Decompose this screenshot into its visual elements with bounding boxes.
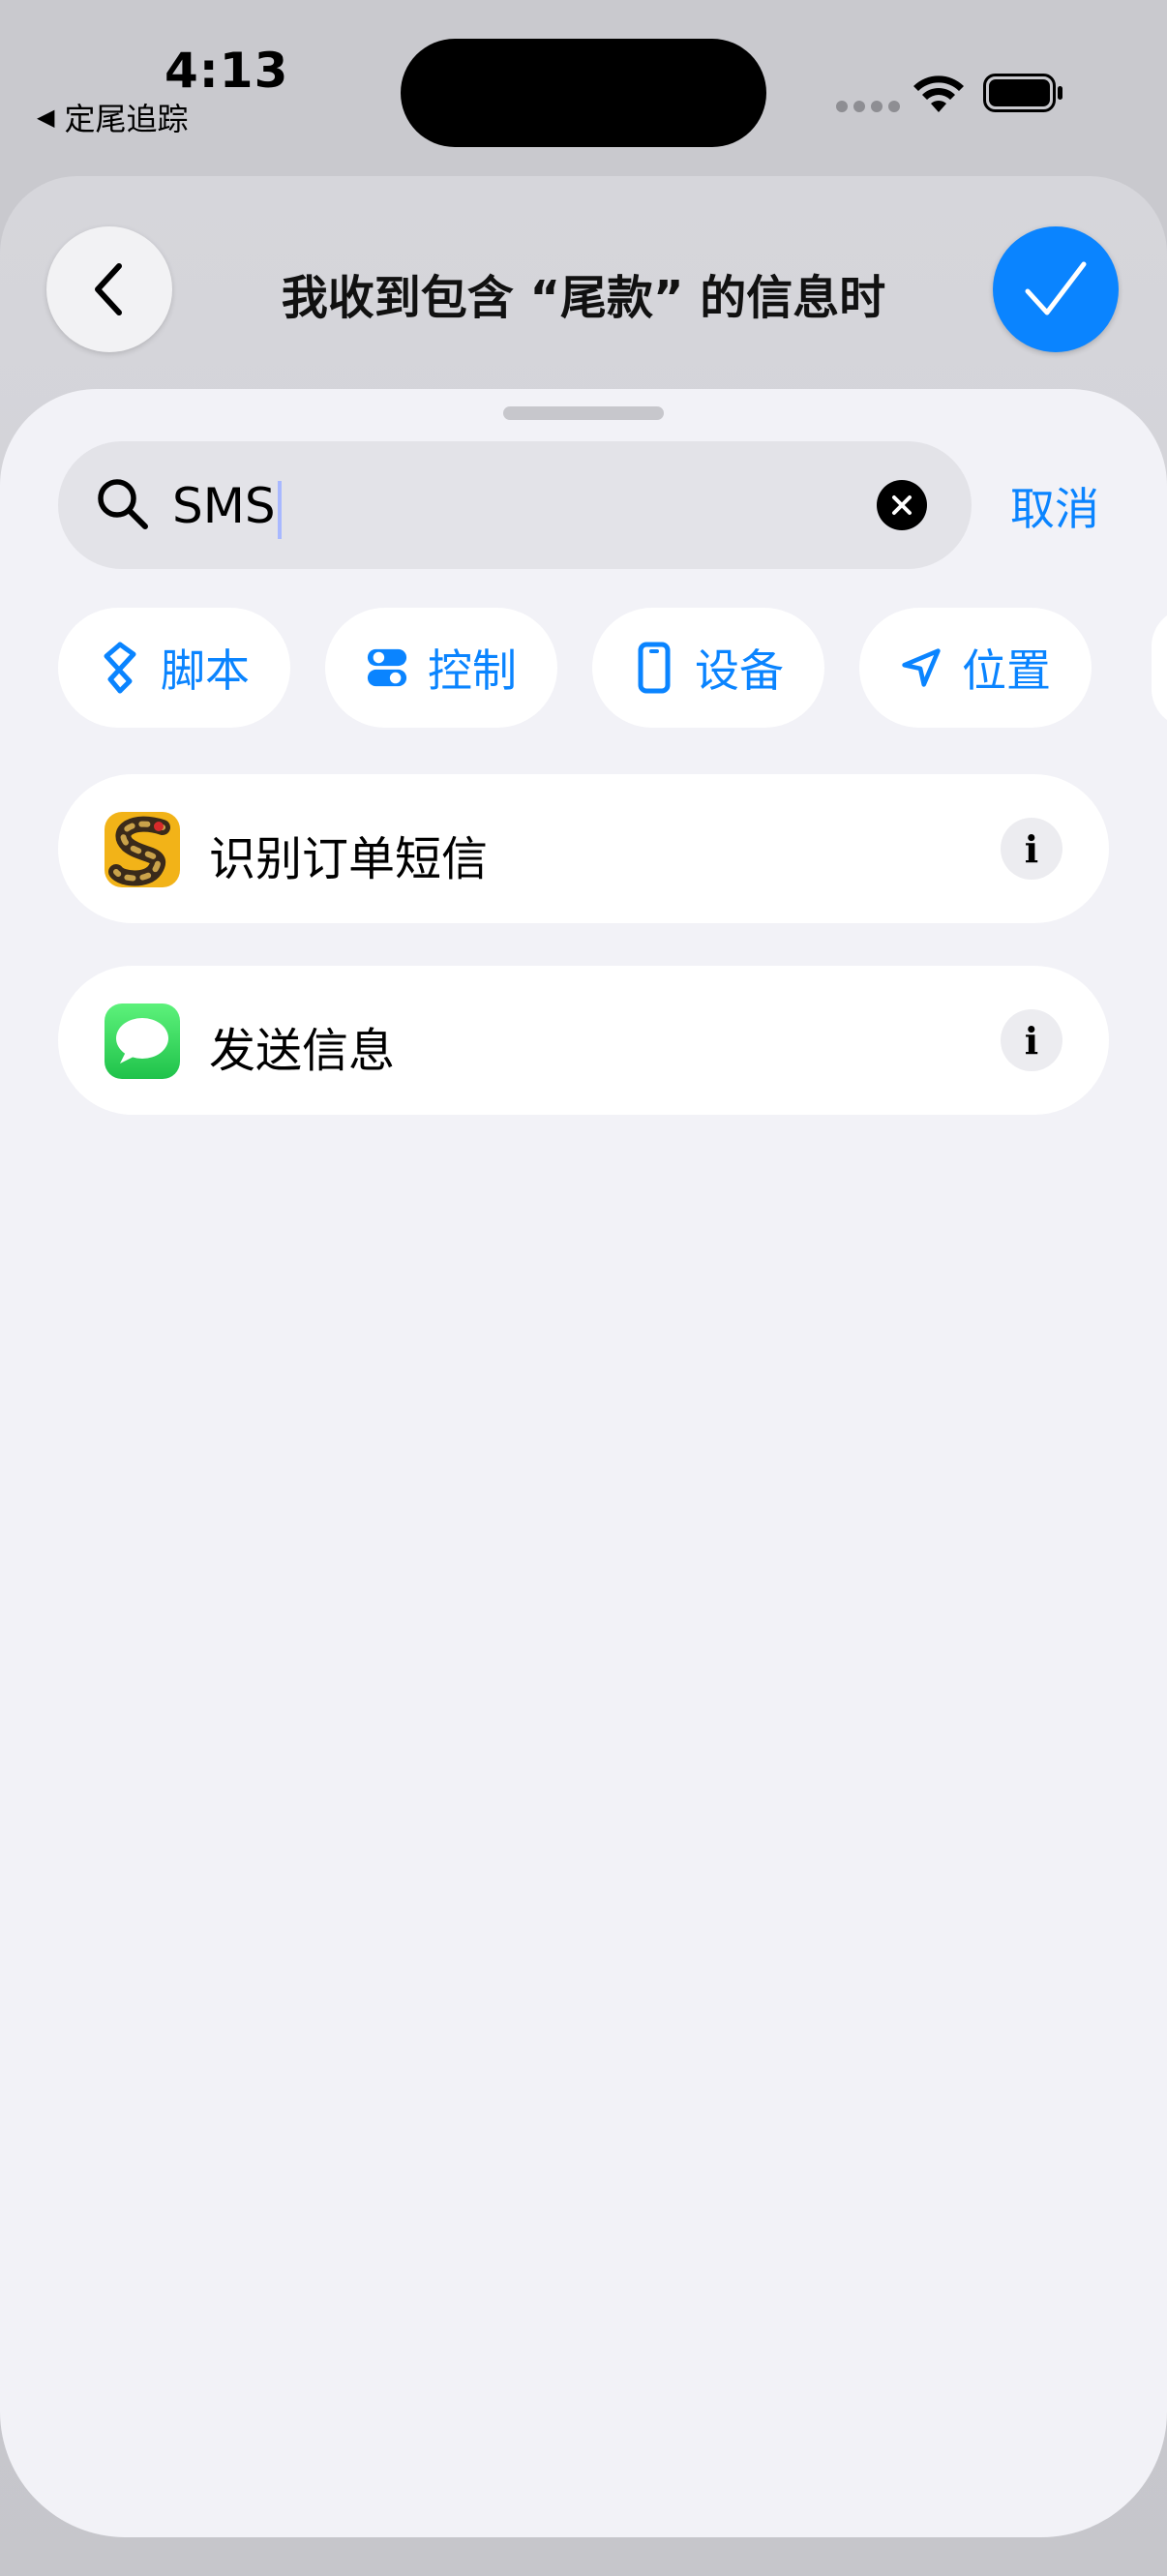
result-row-send-message[interactable]: 发送信息 i (58, 966, 1109, 1115)
chip-label: 位置 (962, 644, 1051, 697)
chip-script[interactable]: 脚本 (58, 608, 290, 728)
location-arrow-icon (900, 641, 943, 695)
script-icon (99, 641, 141, 695)
text-caret (277, 480, 282, 539)
chevron-left-icon (95, 263, 122, 315)
cancel-button[interactable]: 取消 (1010, 474, 1099, 538)
action-search-sheet: SMS 取消 脚本 控制 设备 位置 识别订单短信 i 发送信息 i (0, 389, 1167, 2537)
nav-title: 我收到包含 “尾款” 的信息时 (281, 271, 886, 325)
back-triangle-icon: ◀ (37, 104, 55, 131)
chip-label: 脚本 (161, 644, 250, 697)
result-label: 识别订单短信 (209, 832, 489, 886)
snake-app-icon (105, 812, 180, 887)
chip-label: 设备 (695, 644, 784, 697)
info-icon-button[interactable]: i (1001, 1009, 1062, 1071)
result-label: 发送信息 (209, 1024, 396, 1078)
done-button[interactable] (993, 226, 1119, 352)
search-input[interactable]: SMS (172, 478, 282, 539)
status-time: 4:13 (165, 43, 289, 99)
category-chips: 脚本 控制 设备 位置 (58, 608, 1092, 728)
chip-label: 控制 (428, 644, 517, 697)
chip-device[interactable]: 设备 (592, 608, 824, 728)
chip-location[interactable]: 位置 (859, 608, 1092, 728)
back-app-label: 定尾追踪 (64, 101, 189, 137)
info-icon-button[interactable]: i (1001, 818, 1062, 880)
status-bar: 4:13 ◀ 定尾追踪 (0, 0, 1167, 165)
wifi-icon (913, 75, 964, 112)
search-field[interactable]: SMS (58, 441, 972, 569)
close-icon (892, 495, 912, 515)
sheet-grabber[interactable] (503, 406, 664, 420)
result-row-recognize-order-sms[interactable]: 识别订单短信 i (58, 774, 1109, 923)
search-icon (98, 479, 148, 529)
clear-search-button[interactable] (877, 480, 927, 530)
nav-back-button[interactable] (46, 226, 172, 352)
checkmark-icon (1025, 261, 1087, 315)
chip-controls[interactable]: 控制 (325, 608, 557, 728)
chip-more-partial[interactable] (1152, 608, 1167, 728)
messages-app-icon (105, 1003, 180, 1079)
back-to-app-link[interactable]: ◀ 定尾追踪 (37, 95, 188, 139)
battery-icon (983, 74, 1062, 112)
toggle-icon (366, 641, 408, 695)
phone-icon (633, 641, 675, 695)
cellular-dots-icon (836, 101, 900, 112)
dynamic-island (401, 39, 766, 147)
